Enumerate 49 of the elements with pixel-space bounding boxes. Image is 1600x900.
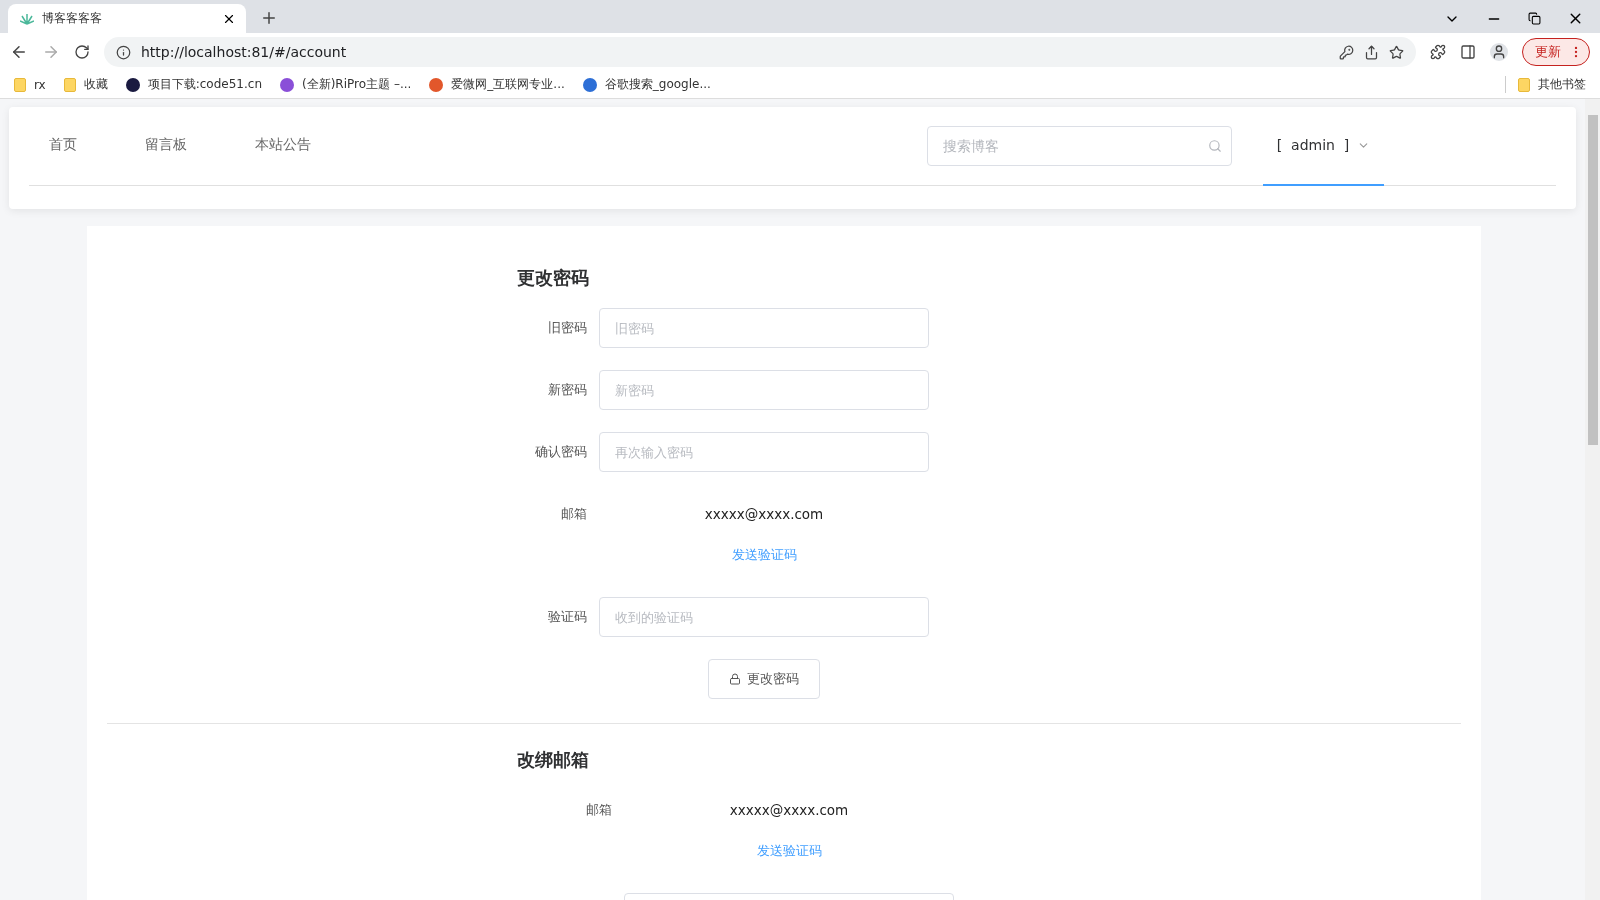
folder-icon: [1518, 77, 1530, 92]
email-value: xxxxx@xxxx.com: [728, 802, 850, 818]
star-icon[interactable]: [1389, 44, 1404, 60]
user-menu[interactable]: [ admin ]: [1263, 106, 1384, 186]
folder-icon: [63, 77, 76, 92]
share-icon[interactable]: [1364, 44, 1379, 60]
input-field[interactable]: 再次输入密码: [599, 432, 929, 472]
puzzle-icon[interactable]: [1430, 44, 1446, 60]
bookmark[interactable]: 谷歌搜索_google...: [582, 76, 711, 93]
bookmark[interactable]: 爱微网_互联网专业...: [429, 76, 565, 93]
bookmark[interactable]: rx: [14, 77, 46, 92]
field-label: 旧密码: [547, 319, 587, 337]
key-icon[interactable]: [1339, 44, 1354, 60]
tab-title: 博客客客客: [42, 10, 103, 27]
input-field[interactable]: 新密码: [599, 370, 929, 410]
back-icon[interactable]: [10, 43, 28, 61]
bookmark[interactable]: (全新)RiPro主题 –...: [280, 76, 412, 93]
folder-icon: [14, 77, 26, 92]
update-button[interactable]: 更新: [1522, 38, 1590, 66]
lock-icon: [729, 673, 741, 685]
leaf-icon: [20, 12, 34, 25]
field-label: 新密码: [547, 381, 587, 399]
profile-icon[interactable]: [1490, 43, 1508, 61]
restore-icon[interactable]: [1528, 12, 1541, 25]
nav-item[interactable]: 首页: [29, 106, 97, 186]
field-label: 邮箱: [560, 505, 587, 523]
change-password-button[interactable]: 更改密码: [708, 659, 820, 699]
new-tab-icon[interactable]: [260, 9, 278, 27]
nav-item[interactable]: 本站公告: [235, 106, 331, 186]
input-field[interactable]: 收到的验证码: [599, 597, 929, 637]
other-bookmarks[interactable]: 其他书签: [1505, 76, 1586, 93]
side-panel-icon[interactable]: [1460, 44, 1476, 60]
nav-item[interactable]: 留言板: [125, 106, 207, 186]
address-bar[interactable]: http://localhost:81/#/account: [104, 37, 1416, 67]
email-value: xxxxx@xxxx.com: [703, 506, 825, 522]
field-label: 确认密码: [534, 443, 587, 461]
scrollbar[interactable]: [1585, 99, 1600, 900]
info-icon[interactable]: [116, 44, 131, 60]
reload-icon[interactable]: [74, 44, 90, 60]
field-label: 邮箱: [585, 801, 612, 819]
url-text: http://localhost:81/#/account: [141, 44, 348, 60]
field-label: 验证码: [547, 608, 587, 626]
search-field[interactable]: 搜索博客: [927, 126, 1232, 166]
section-title: 改绑邮箱: [517, 748, 590, 772]
section-title: 更改密码: [517, 266, 590, 290]
browser-tab[interactable]: 博客客客客: [8, 4, 246, 33]
input-field[interactable]: 旧密码: [599, 308, 929, 348]
bookmark[interactable]: 收藏: [63, 76, 108, 93]
bookmark[interactable]: 项目下载:code51.cn: [125, 76, 262, 93]
